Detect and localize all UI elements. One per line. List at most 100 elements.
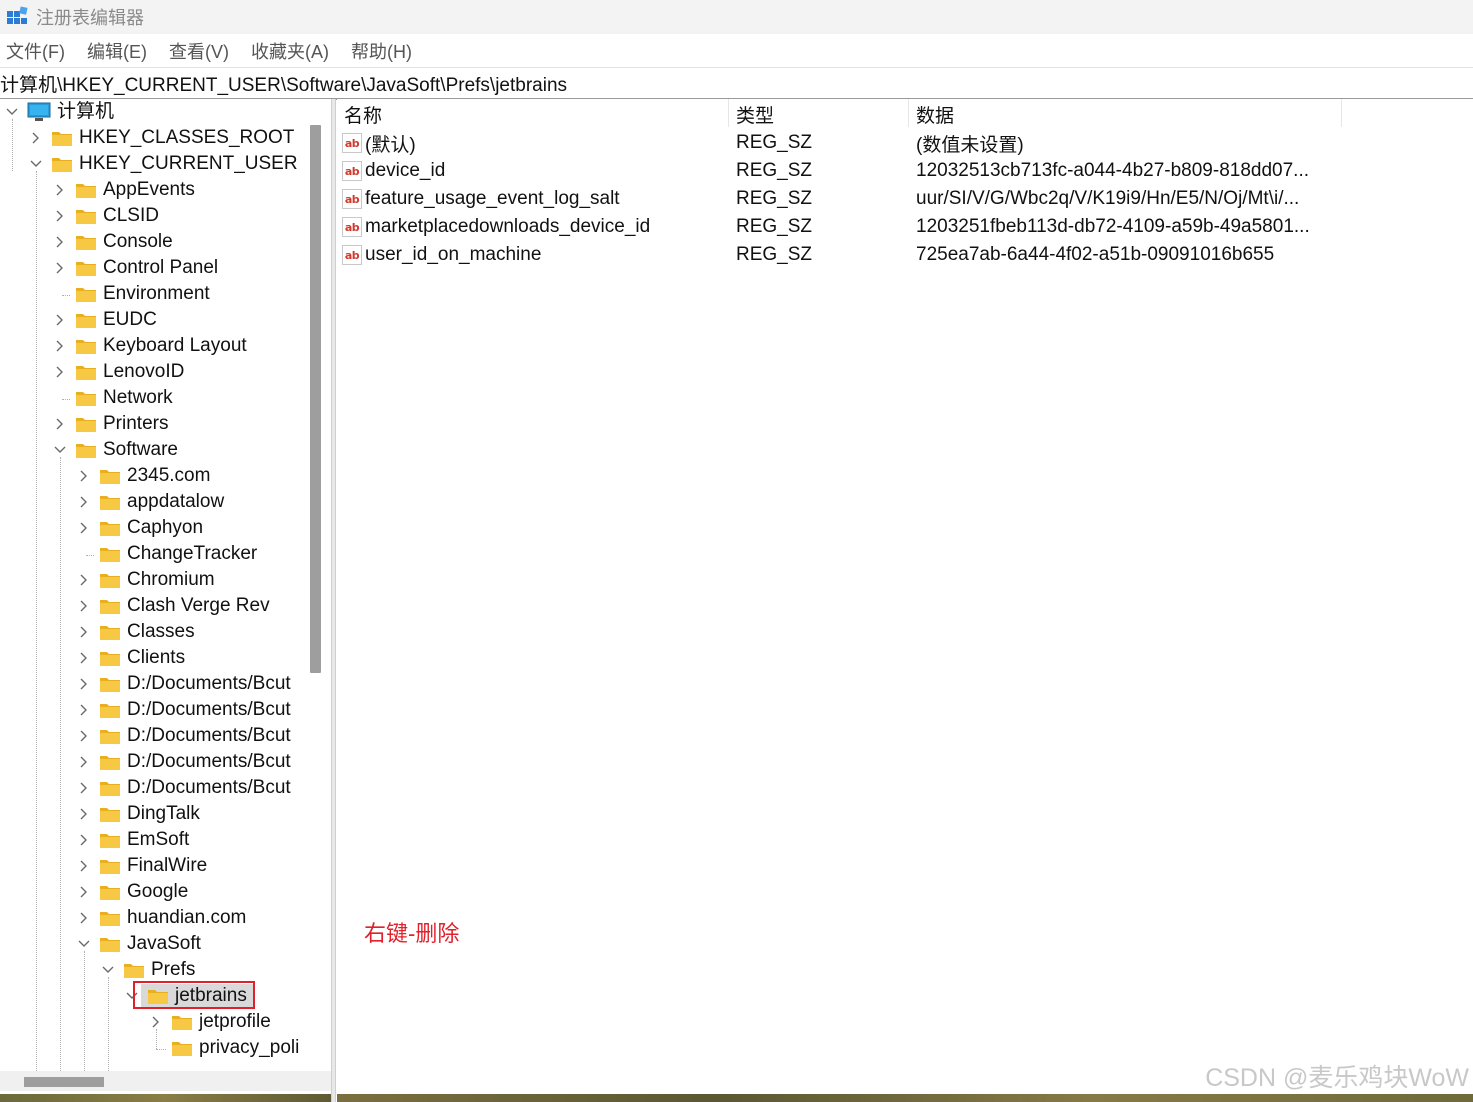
chevron-right-icon[interactable] xyxy=(52,312,68,328)
tree-node-label: Classes xyxy=(127,621,195,642)
chevron-right-icon[interactable] xyxy=(52,416,68,432)
chevron-right-icon[interactable] xyxy=(76,676,92,692)
chevron-right-icon[interactable] xyxy=(52,338,68,354)
tree-node[interactable]: Network xyxy=(52,385,173,411)
tree-node[interactable]: LenovoID xyxy=(52,359,184,385)
tree-node[interactable]: CLSID xyxy=(52,203,159,229)
tree-node[interactable]: appdatalow xyxy=(76,489,224,515)
menu-view[interactable]: 查看(V) xyxy=(162,38,236,64)
tree-node[interactable]: AppEvents xyxy=(52,177,195,203)
tree-node[interactable]: Prefs xyxy=(100,957,195,983)
tree-node[interactable]: jetprofile xyxy=(148,1009,271,1035)
chevron-down-icon[interactable] xyxy=(76,936,92,952)
tree-node[interactable]: EmSoft xyxy=(76,827,189,853)
chevron-right-icon[interactable] xyxy=(76,832,92,848)
tree-node[interactable]: Google xyxy=(76,879,188,905)
tree-node-label: D:/Documents/Bcut xyxy=(127,725,291,746)
chevron-right-icon[interactable] xyxy=(76,858,92,874)
address-bar[interactable]: 计算机\HKEY_CURRENT_USER\Software\JavaSoft\… xyxy=(0,67,1473,100)
column-header-type[interactable]: 类型 xyxy=(736,99,774,129)
tree-node[interactable]: Control Panel xyxy=(52,255,218,281)
chevron-right-icon[interactable] xyxy=(76,702,92,718)
tree-node[interactable]: D:/Documents/Bcut xyxy=(76,671,291,697)
folder-icon xyxy=(76,314,96,328)
tree-node[interactable]: Clash Verge Rev xyxy=(76,593,270,619)
tree-node[interactable]: JavaSoft xyxy=(76,931,201,957)
chevron-right-icon[interactable] xyxy=(52,182,68,198)
tree-node[interactable]: Software xyxy=(52,437,178,463)
chevron-right-icon[interactable] xyxy=(52,364,68,380)
expander-placeholder xyxy=(52,286,68,302)
chevron-right-icon[interactable] xyxy=(76,494,92,510)
chevron-right-icon[interactable] xyxy=(76,520,92,536)
tree-node[interactable]: Console xyxy=(52,229,173,255)
tree-node[interactable]: HKEY_CLASSES_ROOT xyxy=(28,125,294,151)
folder-icon xyxy=(100,834,120,848)
chevron-right-icon[interactable] xyxy=(76,650,92,666)
column-header-data[interactable]: 数据 xyxy=(916,99,954,129)
folder-icon xyxy=(100,496,120,510)
tree-horizontal-scroll-thumb[interactable] xyxy=(24,1077,104,1087)
menu-favorites[interactable]: 收藏夹(A) xyxy=(244,38,336,64)
folder-icon xyxy=(100,860,120,874)
tree-node[interactable]: HKEY_CURRENT_USER xyxy=(28,151,298,177)
tree-node-label: D:/Documents/Bcut xyxy=(127,751,291,772)
tree-node[interactable]: huandian.com xyxy=(76,905,246,931)
tree-node[interactable]: 2345.com xyxy=(76,463,210,489)
pane-splitter[interactable] xyxy=(331,99,336,1102)
tree-node[interactable]: Classes xyxy=(76,619,195,645)
chevron-right-icon[interactable] xyxy=(52,234,68,250)
tree-node[interactable]: FinalWire xyxy=(76,853,207,879)
menu-edit[interactable]: 编辑(E) xyxy=(80,38,154,64)
chevron-right-icon[interactable] xyxy=(76,884,92,900)
value-row[interactable]: ab user_id_on_machine REG_SZ 725ea7ab-6a44-… xyxy=(337,241,1473,269)
tree-node[interactable]: D:/Documents/Bcut xyxy=(76,749,291,775)
tree-node[interactable]: D:/Documents/Bcut xyxy=(76,723,291,749)
tree-node[interactable]: Clients xyxy=(76,645,185,671)
tree-node[interactable]: EUDC xyxy=(52,307,157,333)
chevron-right-icon[interactable] xyxy=(28,130,44,146)
chevron-right-icon[interactable] xyxy=(52,260,68,276)
folder-icon xyxy=(76,184,96,198)
chevron-down-icon[interactable] xyxy=(100,962,116,978)
value-row[interactable]: ab feature_usage_event_log_salt REG_SZ uur/… xyxy=(337,185,1473,213)
string-value-icon: ab xyxy=(342,161,362,181)
value-row[interactable]: ab (默认) REG_SZ (数值未设置) xyxy=(337,129,1473,157)
tree-node[interactable]: privacy_poli xyxy=(148,1035,299,1061)
chevron-right-icon[interactable] xyxy=(76,572,92,588)
tree-node[interactable]: ChangeTracker xyxy=(76,541,257,567)
menu-help[interactable]: 帮助(H) xyxy=(344,38,419,64)
tree-node[interactable]: Keyboard Layout xyxy=(52,333,247,359)
chevron-right-icon[interactable] xyxy=(76,468,92,484)
tree-node[interactable]: Environment xyxy=(52,281,210,307)
tree-node-label: HKEY_CLASSES_ROOT xyxy=(79,127,295,148)
tree-node[interactable]: Caphyon xyxy=(76,515,203,541)
tree-node-label: Printers xyxy=(103,413,169,434)
chevron-right-icon[interactable] xyxy=(148,1014,164,1030)
chevron-right-icon[interactable] xyxy=(76,910,92,926)
tree-node[interactable]: DingTalk xyxy=(76,801,200,827)
tree-node[interactable]: D:/Documents/Bcut xyxy=(76,775,291,801)
value-row[interactable]: ab marketplacedownloads_device_id REG_SZ 12… xyxy=(337,213,1473,241)
folder-icon xyxy=(100,626,120,640)
chevron-right-icon[interactable] xyxy=(76,624,92,640)
tree-node-label: Environment xyxy=(103,283,210,304)
chevron-right-icon[interactable] xyxy=(76,728,92,744)
value-row[interactable]: ab device_id REG_SZ 12032513cb713fc-a044-4b… xyxy=(337,157,1473,185)
chevron-down-icon[interactable] xyxy=(52,442,68,458)
chevron-down-icon[interactable] xyxy=(4,104,20,120)
column-header-name[interactable]: 名称 xyxy=(344,99,382,129)
tree-node[interactable]: D:/Documents/Bcut xyxy=(76,697,291,723)
chevron-right-icon[interactable] xyxy=(76,806,92,822)
chevron-down-icon[interactable] xyxy=(28,156,44,172)
tree-node[interactable]: Chromium xyxy=(76,567,215,593)
tree-node[interactable]: Printers xyxy=(52,411,168,437)
menu-file[interactable]: 文件(F) xyxy=(0,38,72,64)
chevron-right-icon[interactable] xyxy=(76,780,92,796)
tree-node[interactable]: 计算机 xyxy=(4,99,114,125)
chevron-right-icon[interactable] xyxy=(76,598,92,614)
chevron-right-icon[interactable] xyxy=(76,754,92,770)
tree-vertical-scroll-thumb[interactable] xyxy=(310,125,321,673)
chevron-right-icon[interactable] xyxy=(52,208,68,224)
value-data: 12032513cb713fc-a044-4b27-b809-818dd07..… xyxy=(916,160,1309,181)
